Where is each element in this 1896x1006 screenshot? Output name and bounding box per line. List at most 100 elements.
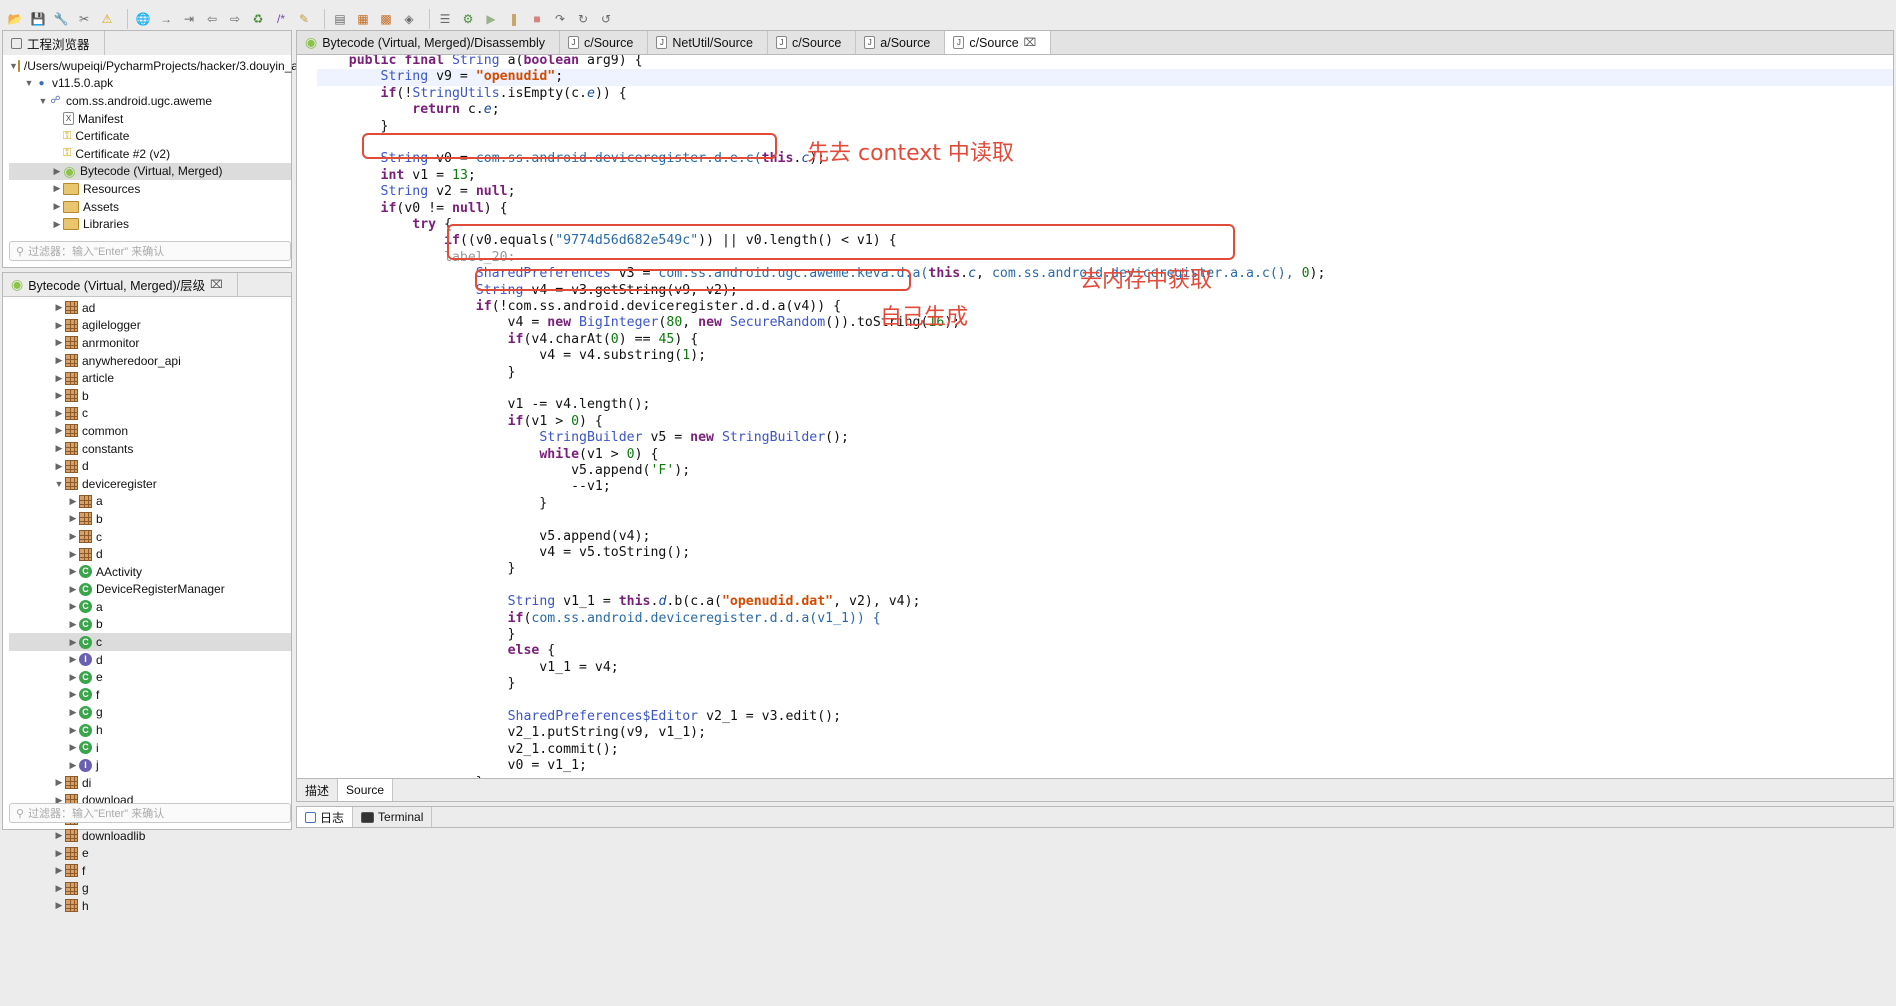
editor-tab[interactable]: ◉ Bytecode (Virtual, Merged)/Disassembly: [297, 31, 560, 54]
collapsed-arrow-icon[interactable]: ▶: [67, 531, 79, 542]
forward-icon[interactable]: ⇨: [226, 10, 244, 28]
collapsed-arrow-icon[interactable]: ▶: [53, 425, 65, 436]
tab-project-explorer[interactable]: 工程浏览器: [3, 31, 105, 55]
hierarchy-tree-item[interactable]: ▶ c: [9, 528, 291, 546]
collapsed-arrow-icon[interactable]: ▶: [53, 900, 65, 911]
hierarchy-tree-item[interactable]: ▶ f: [9, 862, 291, 880]
collapsed-arrow-icon[interactable]: ▶: [51, 183, 63, 194]
collapsed-arrow-icon[interactable]: ▶: [51, 219, 63, 230]
save-icon[interactable]: 💾: [29, 10, 47, 28]
hierarchy-tree-item[interactable]: ▶ di: [9, 774, 291, 792]
jump-icon[interactable]: →: [157, 10, 175, 28]
hierarchy-tree-item[interactable]: ▶ Id: [9, 651, 291, 669]
collapsed-arrow-icon[interactable]: ▶: [67, 707, 79, 718]
debug-icon[interactable]: ⚙: [459, 10, 477, 28]
hierarchy-tree-item[interactable]: ▶ Ij: [9, 756, 291, 774]
collapsed-arrow-icon[interactable]: ▶: [67, 689, 79, 700]
hierarchy-tree-item[interactable]: ▶ ad: [9, 299, 291, 317]
hierarchy-tree-item[interactable]: ▶ b: [9, 510, 291, 528]
project-filter-input[interactable]: ⚲ 过滤器：输入"Enter" 来确认: [9, 241, 291, 261]
collapsed-arrow-icon[interactable]: ▶: [67, 672, 79, 683]
hierarchy-tree-item[interactable]: ▶ h: [9, 897, 291, 915]
collapsed-arrow-icon[interactable]: ▶: [67, 513, 79, 524]
tab-source[interactable]: Source: [338, 779, 394, 801]
project-tree-item[interactable]: X Manifest: [9, 110, 291, 128]
navigate-icon[interactable]: ⇥: [180, 10, 198, 28]
collapsed-arrow-icon[interactable]: ▶: [53, 443, 65, 454]
doc-icon[interactable]: ▤: [331, 10, 349, 28]
collapsed-arrow-icon[interactable]: ▶: [67, 566, 79, 577]
hierarchy-tree-item[interactable]: ▶ b: [9, 387, 291, 405]
grid-icon[interactable]: ▦: [354, 10, 372, 28]
hierarchy-tree-item[interactable]: ▶ Ce: [9, 668, 291, 686]
open-icon[interactable]: 📂: [6, 10, 24, 28]
collapsed-arrow-icon[interactable]: ▶: [53, 865, 65, 876]
hierarchy-tree-item[interactable]: ▶ Ci: [9, 739, 291, 757]
hierarchy-filter-input[interactable]: ⚲ 过滤器：输入"Enter" 来确认: [9, 803, 291, 823]
hierarchy-tree-item[interactable]: ▶ g: [9, 880, 291, 898]
hierarchy-tree-item[interactable]: ▶ article: [9, 369, 291, 387]
editor-tab[interactable]: Jc/Source ⌧: [945, 31, 1052, 54]
tab-log[interactable]: 日志: [297, 807, 354, 827]
hierarchy-tree-item[interactable]: ▶ C AActivity: [9, 563, 291, 581]
collapsed-arrow-icon[interactable]: ▶: [67, 637, 79, 648]
collapsed-arrow-icon[interactable]: ▶: [53, 461, 65, 472]
close-icon[interactable]: ⌧: [210, 278, 223, 291]
collapsed-arrow-icon[interactable]: ▶: [53, 337, 65, 348]
collapsed-arrow-icon[interactable]: ▶: [67, 549, 79, 560]
refactor-icon[interactable]: ♻: [249, 10, 267, 28]
project-tree-item[interactable]: ▶ Libraries: [9, 215, 291, 233]
tab-description[interactable]: 描述: [297, 779, 339, 801]
globe-icon[interactable]: 🌐: [134, 10, 152, 28]
tab-hierarchy[interactable]: ◉ Bytecode (Virtual, Merged)/层级 ⌧: [3, 273, 238, 296]
collapsed-arrow-icon[interactable]: ▶: [53, 848, 65, 859]
collapsed-arrow-icon[interactable]: ▶: [53, 777, 65, 788]
collapsed-arrow-icon[interactable]: ▶: [67, 619, 79, 630]
hierarchy-tree-item[interactable]: ▶ Cb: [9, 616, 291, 634]
project-tree-item[interactable]: ▼ ☍ com.ss.android.ugc.aweme: [9, 92, 291, 110]
collapsed-arrow-icon[interactable]: ▶: [67, 725, 79, 736]
project-tree-item[interactable]: ▶ ◉ Bytecode (Virtual, Merged): [9, 162, 291, 181]
comment-icon[interactable]: /*: [272, 10, 290, 28]
hierarchy-tree-item[interactable]: ▶ common: [9, 422, 291, 440]
collapsed-arrow-icon[interactable]: ▶: [67, 601, 79, 612]
hierarchy-tree-item[interactable]: ▶ constants: [9, 440, 291, 458]
editor-tab[interactable]: J NetUtil/Source: [648, 31, 768, 54]
wrench-icon[interactable]: 🔧: [52, 10, 70, 28]
hierarchy-tree-item[interactable]: ▶ d: [9, 457, 291, 475]
project-tree-item[interactable]: ▼ /Users/wupeiqi/PycharmProjects/hacker/3…: [9, 57, 321, 75]
code-view[interactable]: public final String a(boolean arg9) { St…: [297, 55, 1893, 781]
editor-tab[interactable]: Jc/Source: [560, 31, 649, 54]
hierarchy-tree-item[interactable]: ▼ deviceregister: [9, 475, 291, 493]
pen-icon[interactable]: ✎: [295, 10, 313, 28]
collapsed-arrow-icon[interactable]: ▶: [51, 201, 63, 212]
expanded-arrow-icon[interactable]: ▼: [37, 96, 49, 106]
hierarchy-tree-item[interactable]: ▶ downloadlib: [9, 827, 291, 845]
hierarchy-icon[interactable]: ☰: [436, 10, 454, 28]
grid2-icon[interactable]: ▩: [377, 10, 395, 28]
hierarchy-tree-item[interactable]: ▶ C DeviceRegisterManager: [9, 581, 291, 599]
collapsed-arrow-icon[interactable]: ▶: [53, 355, 65, 366]
collapsed-arrow-icon[interactable]: ▶: [53, 830, 65, 841]
collapsed-arrow-icon[interactable]: ▶: [51, 166, 63, 177]
step-out-icon[interactable]: ↺: [597, 10, 615, 28]
hierarchy-tree-item[interactable]: ▶ d: [9, 545, 291, 563]
expanded-arrow-icon[interactable]: ▼: [9, 61, 18, 71]
collapsed-arrow-icon[interactable]: ▶: [53, 320, 65, 331]
hierarchy-tree-item[interactable]: ▶ Ch: [9, 721, 291, 739]
collapsed-arrow-icon[interactable]: ▶: [67, 584, 79, 595]
stop-icon[interactable]: ■: [528, 10, 546, 28]
expanded-arrow-icon[interactable]: ▼: [53, 479, 65, 489]
collapsed-arrow-icon[interactable]: ▶: [53, 390, 65, 401]
collapsed-arrow-icon[interactable]: ▶: [67, 742, 79, 753]
project-tree-item[interactable]: ▶ Assets: [9, 198, 291, 216]
run-icon[interactable]: ▶: [482, 10, 500, 28]
collapsed-arrow-icon[interactable]: ▶: [67, 760, 79, 771]
project-tree-item[interactable]: ▶ Resources: [9, 180, 291, 198]
hierarchy-tree-item[interactable]: ▶ c: [9, 405, 291, 423]
hierarchy-tree-item[interactable]: ▶ anywheredoor_api: [9, 352, 291, 370]
hierarchy-tree-item[interactable]: ▶ Cg: [9, 704, 291, 722]
collapsed-arrow-icon[interactable]: ▶: [67, 496, 79, 507]
editor-tab[interactable]: Jc/Source: [768, 31, 857, 54]
editor-tab[interactable]: Ja/Source: [856, 31, 946, 54]
